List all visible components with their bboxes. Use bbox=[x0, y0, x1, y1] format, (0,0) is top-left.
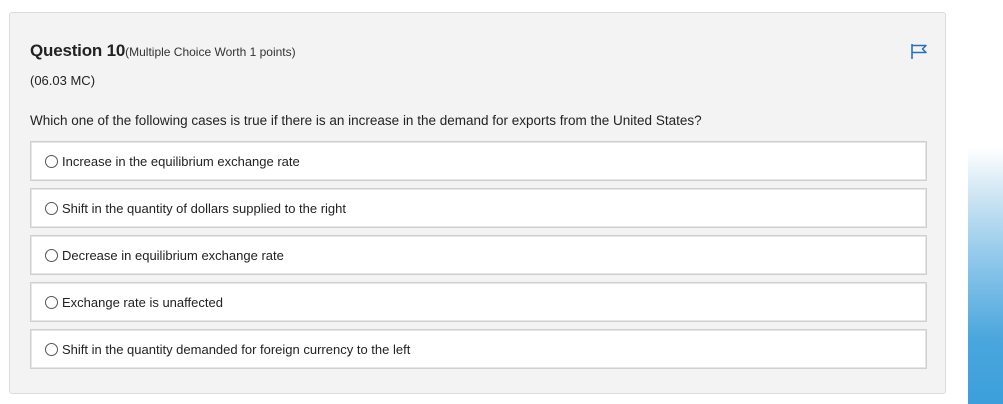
answer-option-label: Shift in the quantity demanded for forei… bbox=[62, 341, 411, 357]
radio-button[interactable] bbox=[45, 248, 58, 262]
question-code: (06.03 MC) bbox=[30, 73, 96, 88]
radio-button[interactable] bbox=[45, 201, 58, 215]
radio-button[interactable] bbox=[45, 295, 58, 309]
radio-button[interactable] bbox=[45, 342, 58, 356]
decorative-side-strip bbox=[968, 148, 1003, 404]
question-title: Question 10 bbox=[30, 41, 126, 60]
answer-option[interactable]: Exchange rate is unaffected bbox=[30, 282, 927, 322]
question-prompt: Which one of the following cases is true… bbox=[30, 113, 702, 128]
answer-option[interactable]: Decrease in equilibrium exchange rate bbox=[30, 235, 927, 275]
answer-option-label: Decrease in equilibrium exchange rate bbox=[62, 247, 284, 263]
flag-icon[interactable] bbox=[909, 41, 929, 61]
question-panel: Question 10 (Multiple Choice Worth 1 poi… bbox=[9, 12, 946, 394]
question-header: Question 10 (Multiple Choice Worth 1 poi… bbox=[30, 41, 296, 61]
page: Question 10 (Multiple Choice Worth 1 poi… bbox=[0, 0, 1003, 404]
answer-option-label: Shift in the quantity of dollars supplie… bbox=[62, 200, 347, 216]
answer-option[interactable]: Shift in the quantity of dollars supplie… bbox=[30, 188, 927, 228]
radio-button[interactable] bbox=[45, 154, 58, 168]
answer-option-label: Exchange rate is unaffected bbox=[62, 294, 223, 310]
answer-option[interactable]: Increase in the equilibrium exchange rat… bbox=[30, 141, 927, 181]
answer-option-label: Increase in the equilibrium exchange rat… bbox=[62, 153, 300, 169]
answer-options: Increase in the equilibrium exchange rat… bbox=[30, 141, 927, 376]
question-worth: (Multiple Choice Worth 1 points) bbox=[125, 45, 296, 59]
answer-option[interactable]: Shift in the quantity demanded for forei… bbox=[30, 329, 927, 369]
